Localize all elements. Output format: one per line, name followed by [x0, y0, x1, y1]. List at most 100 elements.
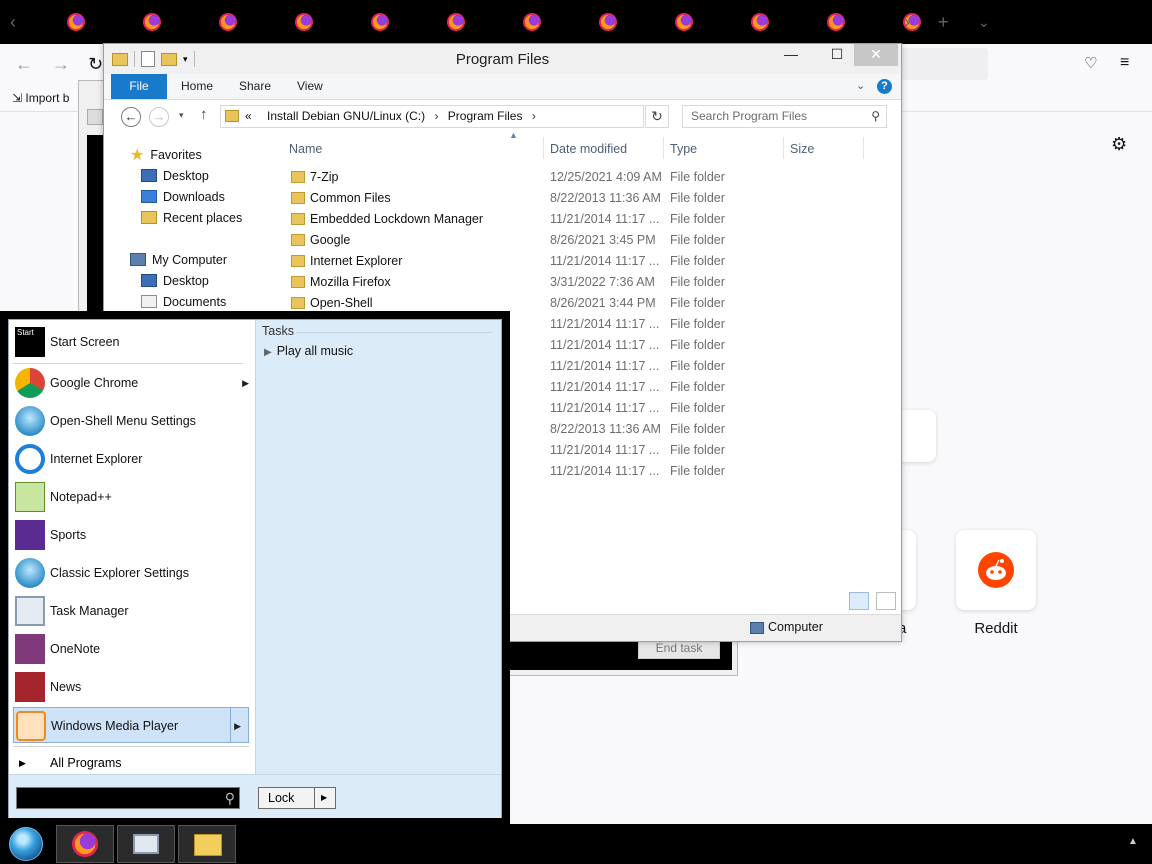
browser-tab[interactable]: [217, 11, 239, 33]
refresh-button[interactable]: ↻: [645, 105, 669, 128]
tab-scroll-right-icon[interactable]: ›: [904, 10, 910, 34]
firefox-icon: [143, 13, 161, 31]
breadcrumb-overflow[interactable]: «: [245, 109, 252, 123]
folder-icon: [291, 213, 305, 225]
up-icon[interactable]: ↑: [200, 106, 208, 123]
browser-tab[interactable]: [369, 11, 391, 33]
nav-item-desktop[interactable]: Desktop: [141, 271, 209, 291]
nav-item-recent-places[interactable]: Recent places: [141, 208, 242, 228]
file-name: Embedded Lockdown Manager: [310, 212, 484, 226]
column-name[interactable]: Name: [289, 139, 322, 159]
firefox-icon: [219, 13, 237, 31]
notepad-plus-plus-icon: [15, 482, 45, 512]
expand-ribbon-icon[interactable]: ⌄: [856, 79, 865, 92]
start-menu-item-internet-explorer[interactable]: Internet Explorer: [13, 441, 249, 477]
play-all-music-task[interactable]: ▶ Play all music: [264, 344, 353, 358]
search-input[interactable]: Search Program Files ⚲: [682, 105, 887, 128]
large-icons-view-button[interactable]: [876, 592, 896, 610]
breadcrumb-program-files[interactable]: Program Files: [448, 109, 523, 123]
file-row[interactable]: Embedded Lockdown Manager 11/21/2014 11:1…: [274, 209, 899, 230]
reddit-shortcut-tile[interactable]: [956, 530, 1036, 610]
list-all-tabs-icon[interactable]: ⌄: [978, 10, 990, 34]
computer-icon: [750, 622, 764, 634]
browser-tab[interactable]: [141, 11, 163, 33]
file-row[interactable]: Internet Explorer 11/21/2014 11:17 ... Fil…: [274, 251, 899, 272]
start-search-input[interactable]: ⚲: [16, 787, 240, 809]
firefox-icon: [447, 13, 465, 31]
taskbar-file-explorer-button[interactable]: [178, 825, 236, 863]
menu-icon[interactable]: ≡: [1120, 54, 1129, 72]
browser-tab[interactable]: [293, 11, 315, 33]
close-button[interactable]: ✕: [854, 44, 898, 66]
browser-tab[interactable]: [445, 11, 467, 33]
maximize-button[interactable]: ☐: [820, 44, 854, 66]
back-icon[interactable]: ←: [121, 107, 141, 127]
firefox-icon: [599, 13, 617, 31]
start-menu-item-windows-media-player[interactable]: Windows Media Player ▶: [13, 707, 249, 743]
back-icon[interactable]: ←: [15, 54, 33, 75]
help-icon[interactable]: ?: [877, 79, 892, 94]
nav-label: Documents: [163, 295, 227, 309]
nav-item-desktop[interactable]: Desktop: [141, 166, 209, 186]
start-menu-item-google-chrome[interactable]: Google Chrome ▶: [13, 365, 249, 401]
start-menu-item-label: Internet Explorer: [50, 452, 143, 466]
submenu-arrow-icon[interactable]: ▶: [234, 708, 241, 744]
nav-item-documents[interactable]: Documents: [141, 292, 226, 312]
start-menu-item-classic-explorer-settings[interactable]: Classic Explorer Settings: [13, 555, 249, 591]
nav-item-downloads[interactable]: Downloads: [141, 187, 225, 207]
background-sidebar: [87, 135, 103, 335]
new-tab-icon[interactable]: +: [938, 10, 949, 34]
browser-tab[interactable]: [825, 11, 847, 33]
start-menu-item-start-screen[interactable]: Start Start Screen: [13, 324, 249, 360]
tab-home[interactable]: Home: [181, 74, 213, 99]
nav-favorites[interactable]: ★ Favorites: [130, 145, 202, 165]
taskbar-firefox-button[interactable]: [56, 825, 114, 863]
start-menu-item-notepad[interactable]: Notepad++: [13, 479, 249, 515]
start-menu-item-sports[interactable]: Sports: [13, 517, 249, 553]
lock-button[interactable]: Lock ▶: [258, 787, 336, 809]
start-button[interactable]: [9, 827, 43, 861]
recent-locations-icon[interactable]: ▾: [179, 110, 184, 121]
column-size[interactable]: Size: [790, 139, 814, 159]
browser-tab[interactable]: [521, 11, 543, 33]
folder-icon: [291, 192, 305, 204]
start-menu-item-label: Google Chrome: [50, 376, 139, 390]
reload-icon[interactable]: ↻: [88, 54, 103, 75]
file-row[interactable]: 7-Zip 12/25/2021 4:09 AM File folder: [274, 167, 899, 188]
file-row[interactable]: Mozilla Firefox 3/31/2022 7:36 AM File fol…: [274, 272, 899, 293]
details-view-button[interactable]: [849, 592, 869, 610]
minimize-button[interactable]: —: [774, 44, 808, 66]
file-date: 11/21/2014 11:17 ...: [550, 443, 660, 457]
start-menu-item-news[interactable]: News: [13, 669, 249, 705]
tab-scroll-left-icon[interactable]: ‹: [10, 10, 16, 34]
column-type[interactable]: Type: [670, 139, 697, 159]
file-type: File folder: [670, 359, 725, 373]
breadcrumb-drive[interactable]: Install Debian GNU/Linux (C:): [267, 109, 425, 123]
file-row[interactable]: Google 8/26/2021 3:45 PM File folder: [274, 230, 899, 251]
start-menu-item-label: News: [50, 680, 82, 694]
pocket-icon[interactable]: ♡: [1084, 54, 1097, 72]
forward-icon[interactable]: →: [52, 54, 70, 75]
column-date-modified[interactable]: Date modified: [550, 139, 627, 159]
forward-icon[interactable]: →: [149, 107, 169, 127]
file-row[interactable]: Common Files 8/22/2013 11:36 AM File folde…: [274, 188, 899, 209]
import-bookmarks-button[interactable]: ⇲ Import b: [12, 91, 69, 105]
start-menu-item-onenote[interactable]: OneNote: [13, 631, 249, 667]
taskbar-task-manager-button[interactable]: [117, 825, 175, 863]
tab-share[interactable]: Share: [239, 74, 271, 99]
browser-tab[interactable]: [65, 11, 87, 33]
tab-view[interactable]: View: [297, 74, 323, 99]
browser-tab[interactable]: [673, 11, 695, 33]
tab-file[interactable]: File: [111, 74, 167, 99]
gear-icon[interactable]: ⚙: [1111, 134, 1127, 155]
submenu-arrow-icon[interactable]: ▶: [242, 365, 249, 401]
start-menu-item-open-shell-menu-settings[interactable]: Open-Shell Menu Settings: [13, 403, 249, 439]
address-bar[interactable]: « Install Debian GNU/Linux (C:) › Progra…: [220, 105, 644, 128]
shortcut-tile[interactable]: [896, 410, 936, 462]
start-menu-item-task-manager[interactable]: Task Manager: [13, 593, 249, 629]
browser-tab[interactable]: [597, 11, 619, 33]
shutdown-options-icon[interactable]: ▶: [321, 788, 327, 808]
nav-my-computer[interactable]: My Computer: [130, 250, 227, 270]
browser-tab[interactable]: [749, 11, 771, 33]
show-hidden-icons-icon[interactable]: ▲: [1128, 836, 1138, 847]
